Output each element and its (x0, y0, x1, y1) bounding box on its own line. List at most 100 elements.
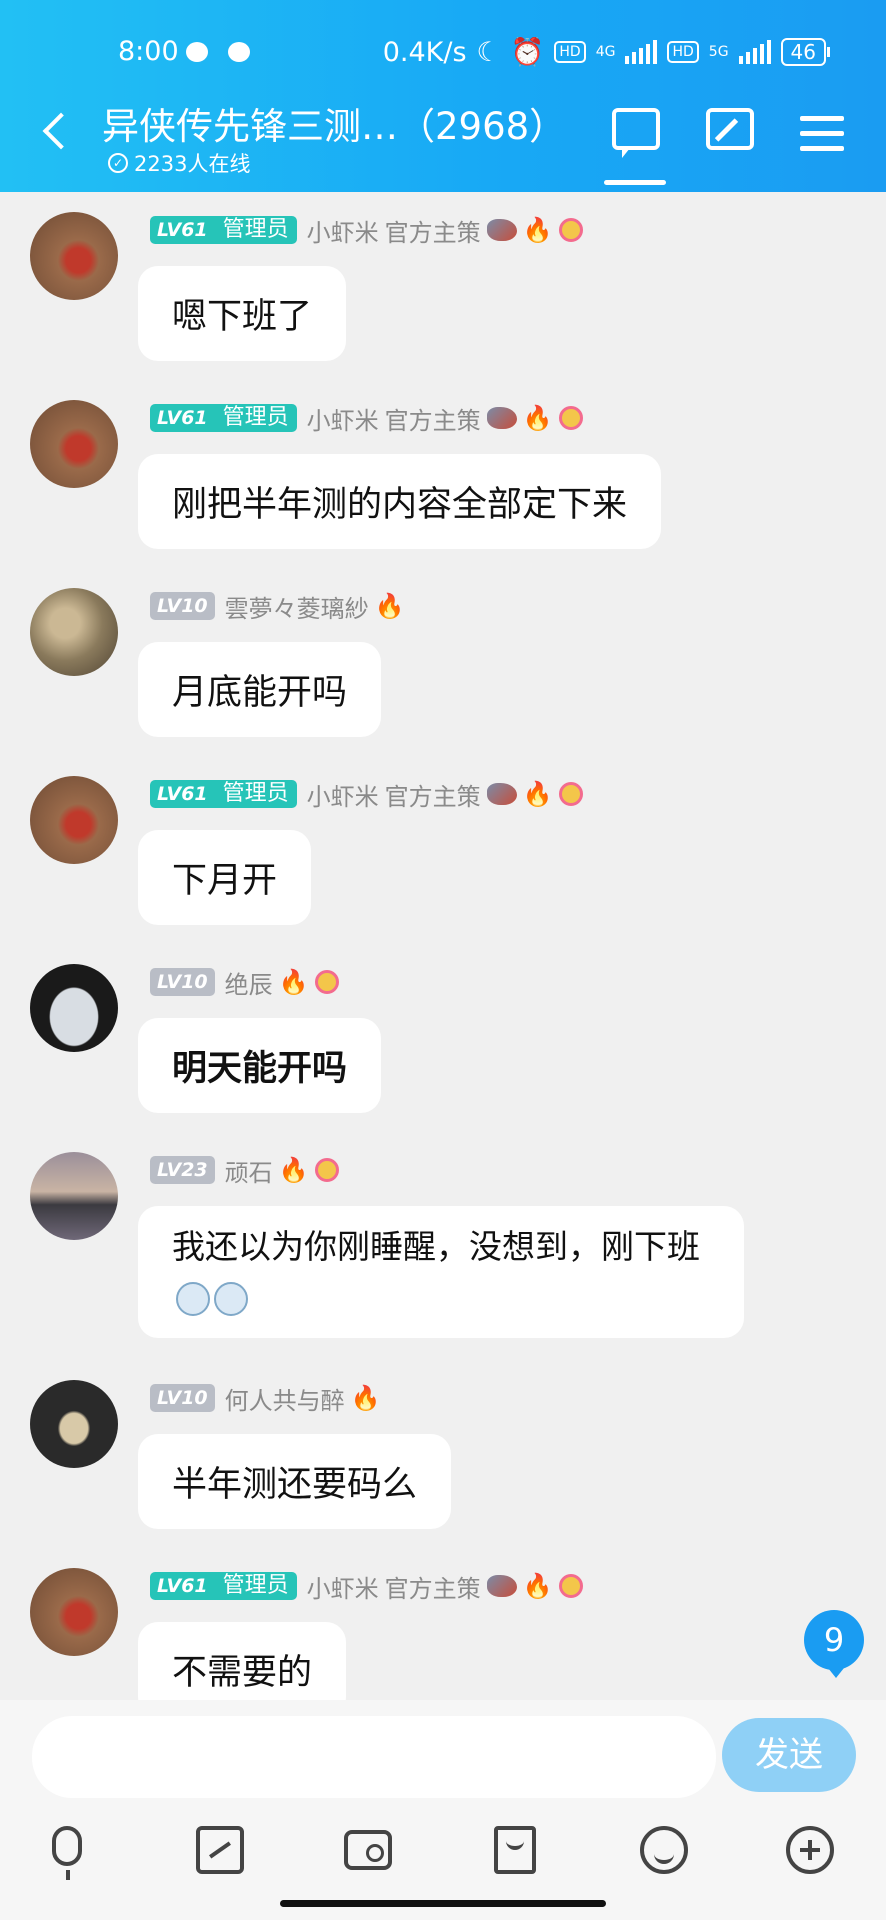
moon-icon: ☾ (476, 36, 501, 68)
home-indicator[interactable] (280, 1900, 606, 1907)
avatar[interactable] (30, 1568, 118, 1656)
signal-icon (625, 40, 658, 64)
fire-icon: 🔥 (522, 1572, 553, 1600)
level-badge: LV10 (150, 592, 215, 620)
group-title[interactable]: 异侠传先锋三测…（2968） (102, 96, 566, 150)
check-icon: ✓ (108, 153, 128, 173)
mic-icon[interactable] (52, 1826, 82, 1880)
smile-icon (314, 1158, 339, 1182)
emoji-sticker-icon (214, 1282, 248, 1316)
sender-title: 官方主策 (384, 406, 481, 435)
message-bubble[interactable]: 刚把半年测的内容全部定下来 (138, 454, 662, 549)
dragon-icon (486, 1575, 517, 1597)
chat-icon[interactable] (612, 108, 660, 158)
sender-meta: LV61 管理员 小虾米 官方主策 🔥 (150, 1568, 583, 1604)
dragon-icon (486, 783, 517, 805)
sender-name[interactable]: 小虾米 (307, 1569, 379, 1604)
level-badge: LV61 (150, 404, 215, 432)
avatar[interactable] (30, 1380, 118, 1468)
send-button[interactable]: 发送 (722, 1718, 856, 1792)
sender-name[interactable]: 小虾米 (307, 777, 379, 812)
fire-icon: 🔥 (374, 592, 405, 620)
back-icon[interactable] (42, 112, 80, 150)
network-type: 4G (595, 44, 616, 60)
unread-count-badge[interactable]: 9 (804, 1610, 864, 1678)
emoji-sticker-icon (176, 1282, 210, 1316)
level-badge: LV61 (150, 216, 215, 244)
sender-name[interactable]: 顽石 (225, 1153, 273, 1188)
level-badge: LV10 (150, 968, 215, 996)
status-indicators: 0.4K/s ☾ ⏰ HD 4G HD 5G 46 (382, 36, 831, 68)
edit-icon[interactable] (706, 108, 754, 150)
role-badge: 管理员 (214, 216, 297, 244)
message-bubble[interactable]: 半年测还要码么 (138, 1434, 452, 1529)
avatar[interactable] (30, 776, 118, 864)
avatar[interactable] (30, 400, 118, 488)
level-badge: LV61 (150, 1572, 215, 1600)
fire-icon: 🔥 (278, 1156, 309, 1184)
sender-meta: LV61 管理员 小虾米 官方主策 🔥 (150, 212, 583, 248)
sender-title: 官方主策 (384, 218, 481, 247)
network-speed: 0.4K/s (382, 36, 467, 68)
plus-icon[interactable] (786, 1826, 834, 1874)
message-bubble[interactable]: 明天能开吗 (138, 1018, 382, 1113)
message-bubble[interactable]: 月底能开吗 (138, 642, 382, 737)
avatar[interactable] (30, 964, 118, 1052)
network-type: 5G (708, 44, 729, 60)
level-badge: LV10 (150, 1384, 215, 1412)
smile-icon (558, 782, 583, 806)
active-tab-indicator (604, 180, 666, 185)
sender-title: 官方主策 (384, 782, 481, 811)
online-count: ✓ 2233人在线 (108, 148, 250, 178)
level-badge: LV61 (150, 780, 215, 808)
smile-icon (558, 1574, 583, 1598)
message-input[interactable] (32, 1716, 716, 1798)
sender-name[interactable]: 绝辰 (225, 965, 273, 1000)
redpacket-icon[interactable] (494, 1826, 536, 1874)
sender-name[interactable]: 小虾米 (307, 213, 379, 248)
battery-icon: 46 (780, 38, 831, 66)
composer-toolbar (0, 1816, 886, 1886)
sender-name[interactable]: 何人共与醉 (225, 1381, 345, 1416)
message-bubble[interactable]: 下月开 (138, 830, 312, 925)
status-bar: 8:00 0.4K/s ☾ ⏰ HD 4G HD 5G 46 (0, 28, 886, 76)
notification-emoji-icon (228, 42, 250, 62)
image-icon[interactable] (196, 1826, 244, 1874)
fire-icon: 🔥 (522, 216, 553, 244)
sender-meta: LV61 管理员 小虾米 官方主策 🔥 (150, 776, 583, 812)
sender-name[interactable]: 小虾米 (307, 401, 379, 436)
message-text: 我还以为你刚睡醒，没想到，刚下班 (172, 1227, 700, 1266)
level-badge: LV23 (150, 1156, 215, 1184)
sender-meta: LV10 何人共与醉 🔥 (150, 1380, 381, 1416)
fire-icon: 🔥 (522, 780, 553, 808)
role-badge: 管理员 (214, 780, 297, 808)
message-bubble[interactable]: 嗯下班了 (138, 266, 347, 361)
sender-meta: LV10 雲夢々菱璃紗 🔥 (150, 588, 405, 624)
avatar[interactable] (30, 588, 118, 676)
emoji-icon[interactable] (640, 1826, 688, 1874)
dragon-icon (486, 407, 517, 429)
message-composer: 发送 (0, 1700, 886, 1920)
smile-icon (558, 218, 583, 242)
hd-badge: HD (667, 41, 699, 63)
role-badge: 管理员 (214, 404, 297, 432)
camera-icon[interactable] (344, 1830, 392, 1870)
notification-emoji-icon (186, 42, 208, 62)
sender-name[interactable]: 雲夢々菱璃紗 (225, 589, 369, 624)
fire-icon: 🔥 (350, 1384, 381, 1412)
sender-meta: LV23 顽石 🔥 (150, 1152, 339, 1188)
avatar[interactable] (30, 1152, 118, 1240)
sender-title: 官方主策 (384, 1574, 481, 1603)
smile-icon (558, 406, 583, 430)
role-badge: 管理员 (214, 1572, 297, 1600)
fire-icon: 🔥 (278, 968, 309, 996)
sender-meta: LV10 绝辰 🔥 (150, 964, 339, 1000)
hd-badge: HD (554, 41, 586, 63)
menu-icon[interactable] (800, 116, 844, 152)
message-bubble[interactable]: 我还以为你刚睡醒，没想到，刚下班 (138, 1206, 744, 1338)
avatar[interactable] (30, 212, 118, 300)
signal-icon (738, 40, 771, 64)
chat-header: 8:00 0.4K/s ☾ ⏰ HD 4G HD 5G 46 异侠传先锋三测…（… (0, 0, 886, 192)
dragon-icon (486, 219, 517, 241)
online-count-text: 2233人在线 (134, 152, 251, 176)
